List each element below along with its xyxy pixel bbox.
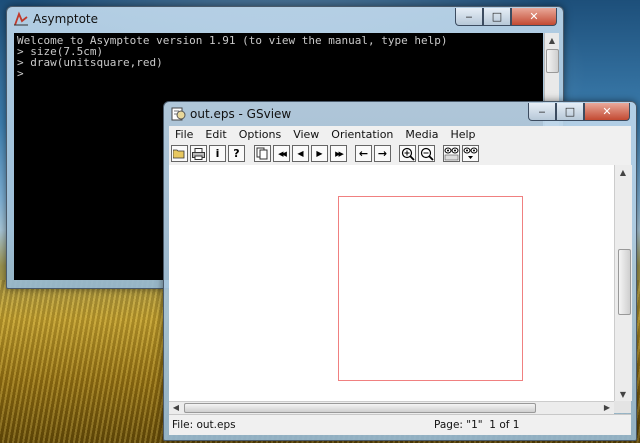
first-page-icon[interactable]: ◀◀ — [273, 145, 290, 162]
horizontal-scrollbar[interactable]: ◀ ▶ — [169, 401, 614, 414]
horizontal-scroll-thumb[interactable] — [184, 403, 536, 413]
menu-options[interactable]: Options — [233, 128, 287, 141]
console-prompt[interactable]: > — [17, 68, 543, 79]
asymptote-window-controls: ‒ □ ✕ — [455, 8, 557, 26]
asymptote-app-icon — [14, 11, 28, 26]
scroll-up-icon[interactable]: ▲ — [545, 33, 559, 47]
minimize-button[interactable]: ‒ — [455, 8, 483, 26]
menu-orientation[interactable]: Orientation — [325, 128, 399, 141]
menu-help[interactable]: Help — [444, 128, 481, 141]
help-icon[interactable]: ? — [228, 145, 245, 162]
prev-page-icon[interactable]: ◀ — [292, 145, 309, 162]
maximize-button[interactable]: □ — [483, 8, 511, 26]
menu-bar: File Edit Options View Orientation Media… — [169, 126, 631, 143]
goto-page-icon[interactable] — [254, 145, 271, 162]
close-button[interactable]: ✕ — [511, 8, 557, 26]
scrollbar-corner — [614, 401, 631, 413]
next-page-icon[interactable]: ▶ — [311, 145, 328, 162]
menu-edit[interactable]: Edit — [199, 128, 232, 141]
status-page: Page: "1" 1 of 1 — [434, 419, 520, 431]
find-text-icon[interactable] — [443, 145, 460, 162]
asymptote-titlebar[interactable]: Asymptote ‒ □ ✕ — [7, 7, 563, 31]
document-view[interactable] — [169, 165, 614, 401]
gsview-title: out.eps - GSview — [190, 107, 292, 121]
unit-square-drawing — [338, 196, 523, 381]
gsview-app-icon — [171, 107, 186, 121]
menu-view[interactable]: View — [287, 128, 325, 141]
gsview-titlebar[interactable]: out.eps - GSview ‒ □ ✕ — [164, 102, 636, 126]
close-button[interactable]: ✕ — [584, 103, 630, 121]
asymptote-title: Asymptote — [33, 12, 99, 26]
gsview-window-controls: ‒ □ ✕ — [528, 103, 630, 121]
toolbar: i ? ◀◀ ◀ ▶ ▶▶ ← → — [169, 143, 631, 166]
console-line: > draw(unitsquare,red) — [17, 56, 163, 69]
back-arrow-icon[interactable]: ← — [355, 145, 372, 162]
scroll-up-icon[interactable]: ▲ — [616, 165, 630, 179]
forward-arrow-icon[interactable]: → — [374, 145, 391, 162]
menu-file[interactable]: File — [169, 128, 199, 141]
menu-media[interactable]: Media — [399, 128, 444, 141]
status-file: File: out.eps — [172, 419, 236, 431]
scroll-right-icon[interactable]: ▶ — [600, 401, 614, 413]
open-icon[interactable] — [171, 145, 188, 162]
maximize-button[interactable]: □ — [556, 103, 584, 121]
status-bar: File: out.eps Page: "1" 1 of 1 — [169, 414, 631, 435]
find-next-icon[interactable] — [462, 145, 479, 162]
info-icon[interactable]: i — [209, 145, 226, 162]
scroll-left-icon[interactable]: ◀ — [169, 401, 183, 413]
zoom-out-icon[interactable] — [418, 145, 435, 162]
print-icon[interactable] — [190, 145, 207, 162]
minimize-button[interactable]: ‒ — [528, 103, 556, 121]
last-page-icon[interactable]: ▶▶ — [330, 145, 347, 162]
vertical-scrollbar[interactable]: ▲ ▼ — [614, 165, 632, 401]
gsview-window[interactable]: out.eps - GSview ‒ □ ✕ File Edit Options… — [163, 101, 637, 441]
vertical-scroll-thumb[interactable] — [618, 249, 631, 315]
zoom-in-icon[interactable] — [399, 145, 416, 162]
scroll-down-icon[interactable]: ▼ — [616, 387, 630, 401]
console-scroll-thumb[interactable] — [546, 49, 559, 73]
